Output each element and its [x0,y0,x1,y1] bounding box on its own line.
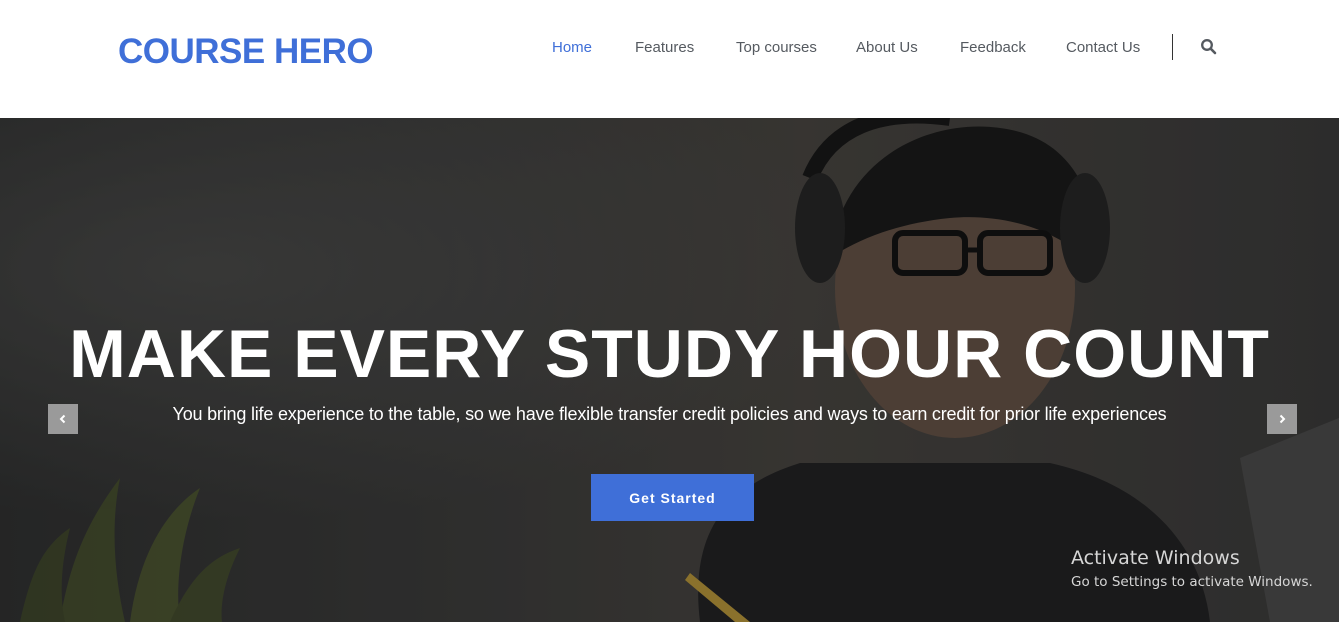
hero-slider: MAKE EVERY STUDY HOUR COUNT You bring li… [0,118,1339,622]
slider-prev-button[interactable] [48,404,78,434]
nav-divider [1172,34,1173,60]
slider-next-button[interactable] [1267,404,1297,434]
nav-home[interactable]: Home [552,36,592,60]
site-header: COURSE HERO Home Features Top courses Ab… [0,0,1339,118]
get-started-button[interactable]: Get Started [591,474,754,521]
nav-feedback[interactable]: Feedback [960,36,1026,60]
nav-features[interactable]: Features [635,36,694,60]
watermark-subtitle: Go to Settings to activate Windows. [1071,574,1313,590]
search-button[interactable] [1200,38,1218,56]
brand-logo[interactable]: COURSE HERO [118,30,374,74]
watermark-title: Activate Windows [1071,547,1240,569]
windows-activation-watermark: Activate Windows Go to Settings to activ… [1071,546,1313,592]
chevron-right-icon [1279,414,1286,424]
search-icon [1201,39,1217,55]
nav-about-us[interactable]: About Us [856,36,918,60]
hero-title: MAKE EVERY STUDY HOUR COUNT [69,316,1270,392]
nav-top-courses[interactable]: Top courses [736,36,817,60]
chevron-left-icon [59,414,66,424]
hero-subtitle: You bring life experience to the table, … [172,404,1167,424]
nav-contact-us[interactable]: Contact Us [1066,36,1140,60]
